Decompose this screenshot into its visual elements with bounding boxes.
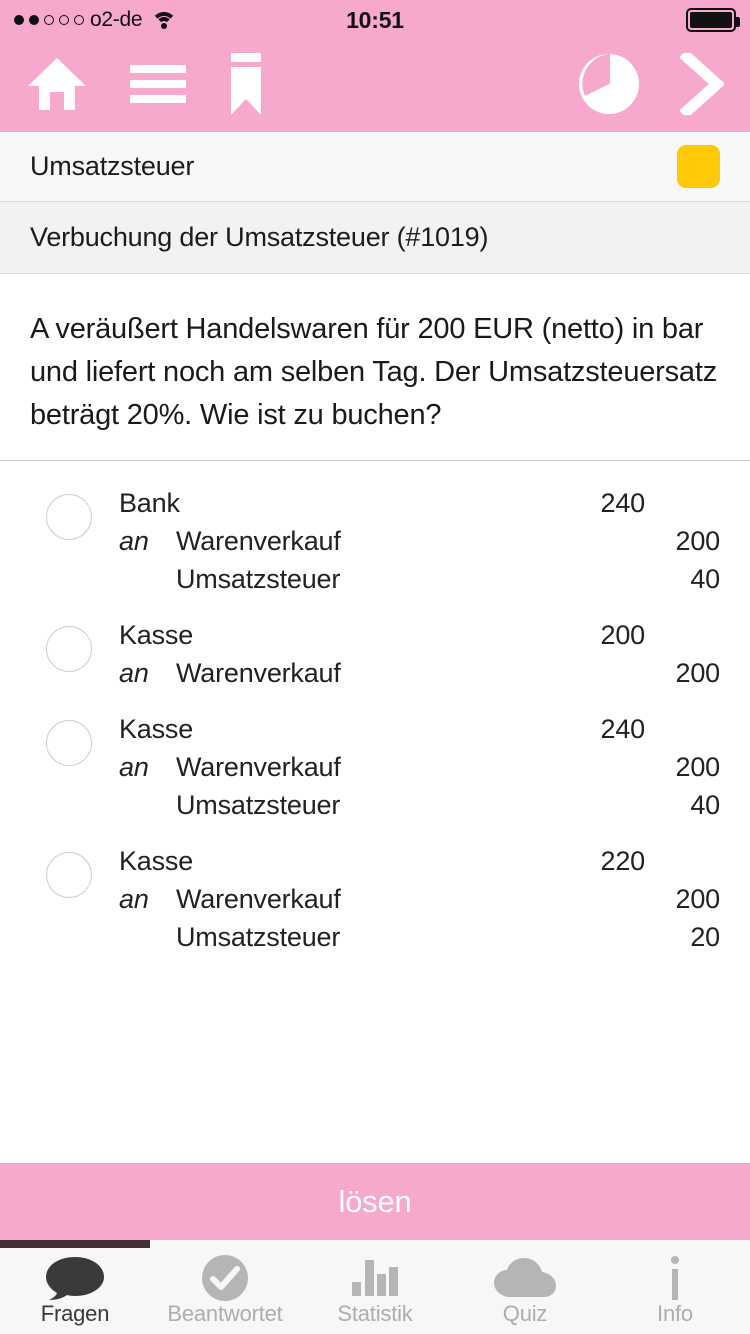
booking-entry-account: Umsatzsteuer xyxy=(176,564,341,594)
booking-entry-amount: 220 xyxy=(600,846,646,876)
tab-label: Statistik xyxy=(337,1301,413,1326)
booking-entry: Bank 240 xyxy=(119,488,720,526)
booking-entry: Umsatzsteuer 40 xyxy=(119,564,720,602)
booking-entry-amount: 200 xyxy=(675,526,721,556)
booking-entry-list: Bank 240 an Warenverkauf 200 Umsatzsteuer 40 xyxy=(119,488,720,602)
booking-entry-account: Bank xyxy=(119,488,180,518)
booking-entry-amount: 200 xyxy=(675,658,721,688)
tab-label: Beantwortet xyxy=(167,1301,283,1326)
booking-entry-account: Umsatzsteuer xyxy=(176,790,341,820)
booking-entry: Umsatzsteuer 40 xyxy=(119,790,720,828)
question-title: Verbuchung der Umsatzsteuer (#1019) xyxy=(30,222,489,252)
answer-option[interactable]: Kasse 240 an Warenverkauf 200 Umsatzsteuer 40 xyxy=(0,705,750,837)
booking-entry-amount: 20 xyxy=(690,922,720,952)
tab-quiz[interactable]: Quiz xyxy=(450,1248,600,1327)
booking-entry-amount: 240 xyxy=(600,488,646,518)
tab-beantwortet[interactable]: Beantwortet xyxy=(150,1248,300,1327)
booking-entry-account: Kasse xyxy=(119,620,194,650)
progress-bar-fill xyxy=(0,1240,150,1248)
chevron-right-icon[interactable] xyxy=(679,48,726,120)
booking-entry-account: Kasse xyxy=(119,846,194,876)
progress-bar xyxy=(0,1240,750,1248)
booking-entry-amount: 200 xyxy=(675,884,721,914)
booking-entry-an-keyword: an xyxy=(119,752,149,782)
answer-options-list: Bank 240 an Warenverkauf 200 Umsatzsteuer 40 Ka… xyxy=(0,461,750,1163)
booking-entry-amount: 240 xyxy=(600,714,646,744)
booking-entry: an Warenverkauf 200 xyxy=(119,658,720,696)
answer-radio-button[interactable] xyxy=(46,494,92,540)
booking-entry-an-keyword: an xyxy=(119,884,149,914)
booking-entry: an Warenverkauf 200 xyxy=(119,752,720,790)
tab-label: Quiz xyxy=(502,1301,548,1326)
menu-icon[interactable] xyxy=(130,62,186,111)
home-icon[interactable] xyxy=(26,56,88,117)
booking-entry-account: Warenverkauf xyxy=(176,526,341,556)
booking-entry-amount: 40 xyxy=(690,564,720,594)
answer-option[interactable]: Kasse 220 an Warenverkauf 200 Umsatzsteuer 20 xyxy=(0,837,750,969)
tab-label: Info xyxy=(657,1301,693,1326)
answer-radio-button[interactable] xyxy=(46,720,92,766)
booking-entry-list: Kasse 220 an Warenverkauf 200 Umsatzsteuer 20 xyxy=(119,846,720,960)
question-title-bar: Verbuchung der Umsatzsteuer (#1019) xyxy=(0,202,750,274)
booking-entry-account: Kasse xyxy=(119,714,194,744)
topic-header: Umsatzsteuer xyxy=(0,132,750,202)
difficulty-badge[interactable] xyxy=(677,145,720,188)
solve-button-label: lösen xyxy=(338,1184,412,1219)
clock-label: 10:51 xyxy=(346,6,404,33)
tab-bar: Fragen Beantwortet Statistik Quiz Info xyxy=(0,1248,750,1334)
tab-statistik[interactable]: Statistik xyxy=(300,1248,450,1327)
battery-icon xyxy=(686,8,740,32)
booking-entry-account: Warenverkauf xyxy=(176,658,341,688)
answer-radio-button[interactable] xyxy=(46,626,92,672)
booking-entry-amount: 200 xyxy=(675,752,721,782)
navigation-bar-left xyxy=(26,52,264,120)
info-icon xyxy=(665,1256,685,1300)
topic-title: Umsatzsteuer xyxy=(30,151,195,181)
question-text: A veräußert Handelswaren für 200 EUR (ne… xyxy=(0,274,750,460)
tab-info[interactable]: Info xyxy=(600,1248,750,1327)
cloud-icon xyxy=(494,1256,556,1300)
check-circle-icon xyxy=(202,1255,248,1301)
status-bar: o2-de 10:51 xyxy=(0,0,750,40)
booking-entry-account: Warenverkauf xyxy=(176,884,341,914)
booking-entry: an Warenverkauf 200 xyxy=(119,884,720,922)
booking-entry: Kasse 240 xyxy=(119,714,720,752)
booking-entry: Umsatzsteuer 20 xyxy=(119,922,720,960)
tab-label: Fragen xyxy=(40,1301,110,1326)
navigation-bar xyxy=(0,40,750,132)
answer-option[interactable]: Bank 240 an Warenverkauf 200 Umsatzsteuer 40 xyxy=(0,479,750,611)
booking-entry-account: Umsatzsteuer xyxy=(176,922,341,952)
booking-entry-list: Kasse 240 an Warenverkauf 200 Umsatzsteuer 40 xyxy=(119,714,720,828)
answer-radio-button[interactable] xyxy=(46,852,92,898)
booking-entry-amount: 40 xyxy=(690,790,720,820)
booking-entry-an-keyword: an xyxy=(119,658,149,688)
answer-option[interactable]: Kasse 200 an Warenverkauf 200 xyxy=(0,611,750,705)
pie-chart-icon[interactable] xyxy=(578,53,640,120)
booking-entry-amount: 200 xyxy=(600,620,646,650)
tab-fragen[interactable]: Fragen xyxy=(0,1248,150,1327)
solve-section: lösen xyxy=(0,1163,750,1248)
booking-entry: Kasse 220 xyxy=(119,846,720,884)
booking-entry-an-keyword: an xyxy=(119,526,149,556)
speech-bubble-icon xyxy=(45,1256,105,1300)
booking-entry: Kasse 200 xyxy=(119,620,720,658)
solve-button[interactable]: lösen xyxy=(0,1164,750,1240)
booking-entry-list: Kasse 200 an Warenverkauf 200 xyxy=(119,620,720,696)
booking-entry-account: Warenverkauf xyxy=(176,752,341,782)
bookmark-icon[interactable] xyxy=(228,52,264,120)
booking-entry: an Warenverkauf 200 xyxy=(119,526,720,564)
app-screen: o2-de 10:51 Umsatzsteuer Verbuchung der … xyxy=(0,0,750,1334)
bar-chart-icon xyxy=(351,1256,399,1300)
navigation-bar-right xyxy=(578,48,726,120)
